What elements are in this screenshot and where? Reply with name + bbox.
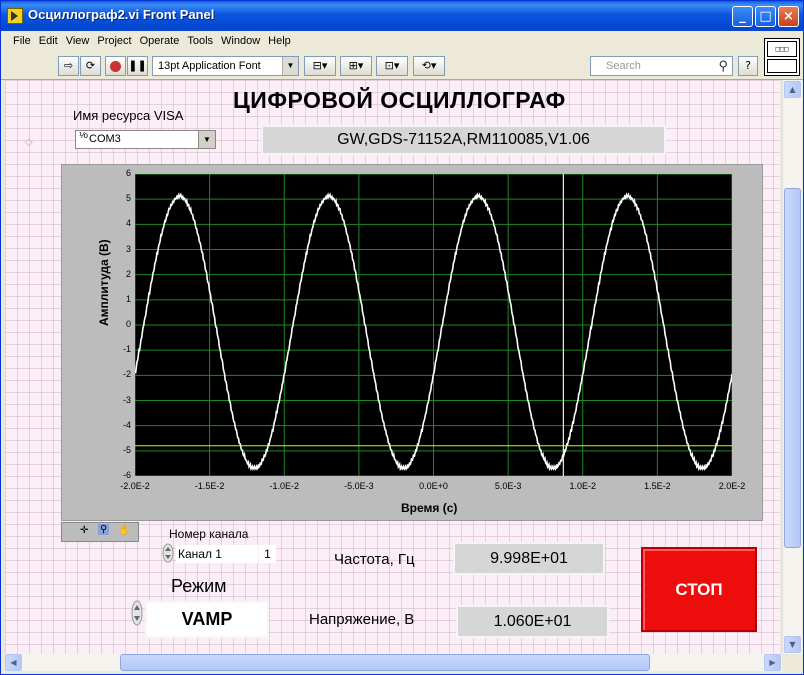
x-axis-label: Время (с): [401, 501, 458, 515]
maximize-button[interactable]: □: [755, 6, 776, 27]
vi-connector-icon[interactable]: □□□: [764, 38, 800, 76]
chevron-down-icon[interactable]: ▼: [198, 131, 215, 148]
io-icon: ⅟o: [79, 131, 88, 140]
menu-window[interactable]: Window: [217, 32, 264, 52]
x-tick-label: -5.0E-3: [344, 481, 374, 491]
graph-palette: ✛ ⚲ ✋: [61, 522, 139, 542]
plot-area[interactable]: [135, 174, 732, 476]
channel-label: Номер канала: [169, 527, 249, 541]
chevron-down-icon: ▼: [282, 57, 298, 75]
search-input[interactable]: Search ⚲: [590, 56, 733, 76]
run-continuously-icon[interactable]: ⟳: [80, 56, 101, 76]
horizontal-scrollbar[interactable]: ◀ ▶: [5, 654, 782, 671]
menu-help[interactable]: Help: [264, 32, 295, 52]
zoom-icon[interactable]: ⚲: [98, 524, 110, 535]
mode-ring[interactable]: VAMP: [145, 601, 269, 638]
scroll-down-icon[interactable]: ▼: [784, 636, 801, 653]
x-tick-label: -1.0E-2: [269, 481, 299, 491]
x-tick-label: -2.0E-2: [120, 481, 150, 491]
title-bar[interactable]: Осциллограф2.vi Front Panel _ □ ×: [1, 1, 803, 31]
visa-resource-select[interactable]: ⅟o COM3 ▼: [75, 130, 216, 149]
voltage-label: Напряжение, В: [309, 611, 415, 628]
pause-icon[interactable]: ❚❚: [127, 56, 148, 76]
x-tick-label: 1.0E-2: [569, 481, 597, 491]
close-button[interactable]: ×: [778, 6, 799, 27]
channel-ring[interactable]: Канал 1: [176, 545, 258, 563]
application-window: Осциллограф2.vi Front Panel _ □ × File Ed…: [0, 0, 804, 675]
y-tick-label: 2: [125, 268, 131, 279]
y-tick-label: -1: [122, 344, 131, 355]
resize-objects-icon[interactable]: ⊡▾: [376, 56, 408, 76]
frequency-indicator: 9.998E+01: [453, 542, 605, 575]
vertical-scroll-thumb[interactable]: [784, 188, 801, 548]
abort-icon[interactable]: [105, 56, 126, 76]
minimize-button[interactable]: _: [732, 6, 753, 27]
resize-grip[interactable]: [782, 654, 801, 671]
align-objects-icon[interactable]: ⊟▾: [304, 56, 336, 76]
stop-button[interactable]: СТОП: [641, 547, 757, 632]
frequency-label: Частота, Гц: [334, 551, 415, 568]
vertical-scrollbar[interactable]: ▲ ▼: [782, 80, 802, 654]
y-tick-label: 1: [125, 293, 131, 304]
run-icon[interactable]: ⇨: [58, 56, 79, 76]
menu-bar: File Edit View Project Operate Tools Window Hel…: [1, 32, 803, 52]
front-panel: ЦИФРОВОЙ ОСЦИЛЛОГРАФ Имя ресурса VISA ◇ …: [5, 80, 780, 654]
y-tick-label: -3: [122, 394, 131, 405]
scroll-right-icon[interactable]: ▶: [764, 654, 781, 671]
y-tick-label: 4: [125, 218, 131, 229]
horizontal-scroll-thumb[interactable]: [120, 654, 650, 671]
y-tick-label: -4: [122, 419, 131, 430]
x-tick-label: 0.0E+0: [419, 481, 448, 491]
scroll-left-icon[interactable]: ◀: [5, 654, 22, 671]
scroll-up-icon[interactable]: ▲: [784, 81, 801, 98]
help-icon[interactable]: ?: [738, 56, 758, 76]
pan-hand-icon[interactable]: ✋: [118, 525, 130, 536]
mode-label: Режим: [171, 576, 227, 596]
menu-tools[interactable]: Tools: [183, 32, 217, 52]
channel-number: 1: [259, 545, 276, 563]
x-tick-label: -1.5E-2: [194, 481, 225, 491]
y-tick-label: 0: [125, 319, 131, 329]
device-id-display: GW,GDS-71152A,RM110085,V1.06: [261, 125, 666, 155]
reorder-icon[interactable]: ⟲▾: [413, 56, 445, 76]
ring-increment-icon[interactable]: [162, 543, 174, 563]
toolbar: ⇨ ⟳ ❚❚ 13pt Application Font ▼ ⊟▾ ⊞▾ ⊡▾ ⟲…: [1, 52, 803, 80]
menu-operate[interactable]: Operate: [136, 32, 184, 52]
menu-file[interactable]: File: [9, 32, 35, 52]
voltage-indicator: 1.060E+01: [456, 605, 609, 638]
y-tick-label: -2: [122, 369, 131, 380]
y-tick-label: -6: [122, 470, 131, 480]
search-icon[interactable]: ⚲: [718, 57, 728, 75]
page-title: ЦИФРОВОЙ ОСЦИЛЛОГРАФ: [233, 87, 566, 113]
x-tick-label: 5.0E-3: [494, 481, 522, 491]
menu-project[interactable]: Project: [93, 32, 135, 52]
menu-view[interactable]: View: [62, 32, 94, 52]
x-tick-label: 2.0E-2: [718, 481, 746, 491]
mode-increment-icon[interactable]: [131, 600, 143, 626]
labview-vi-icon: [7, 8, 23, 24]
y-tick-label: 5: [125, 193, 131, 204]
y-tick-label: 3: [125, 243, 131, 254]
x-tick-label: 1.5E-2: [644, 481, 671, 491]
distribute-objects-icon[interactable]: ⊞▾: [340, 56, 372, 76]
menu-edit[interactable]: Edit: [35, 32, 62, 52]
font-select[interactable]: 13pt Application Font ▼: [152, 56, 299, 76]
y-axis-label: Амплитуда (В): [97, 239, 111, 326]
crosshair-icon[interactable]: ✛: [80, 525, 88, 536]
visa-label: Имя ресурса VISA: [73, 108, 184, 123]
y-tick-label: 6: [125, 168, 131, 178]
window-title: Осциллограф2.vi Front Panel: [28, 7, 215, 22]
y-tick-label: -5: [122, 444, 131, 455]
diamond-icon: ◇: [25, 137, 33, 148]
